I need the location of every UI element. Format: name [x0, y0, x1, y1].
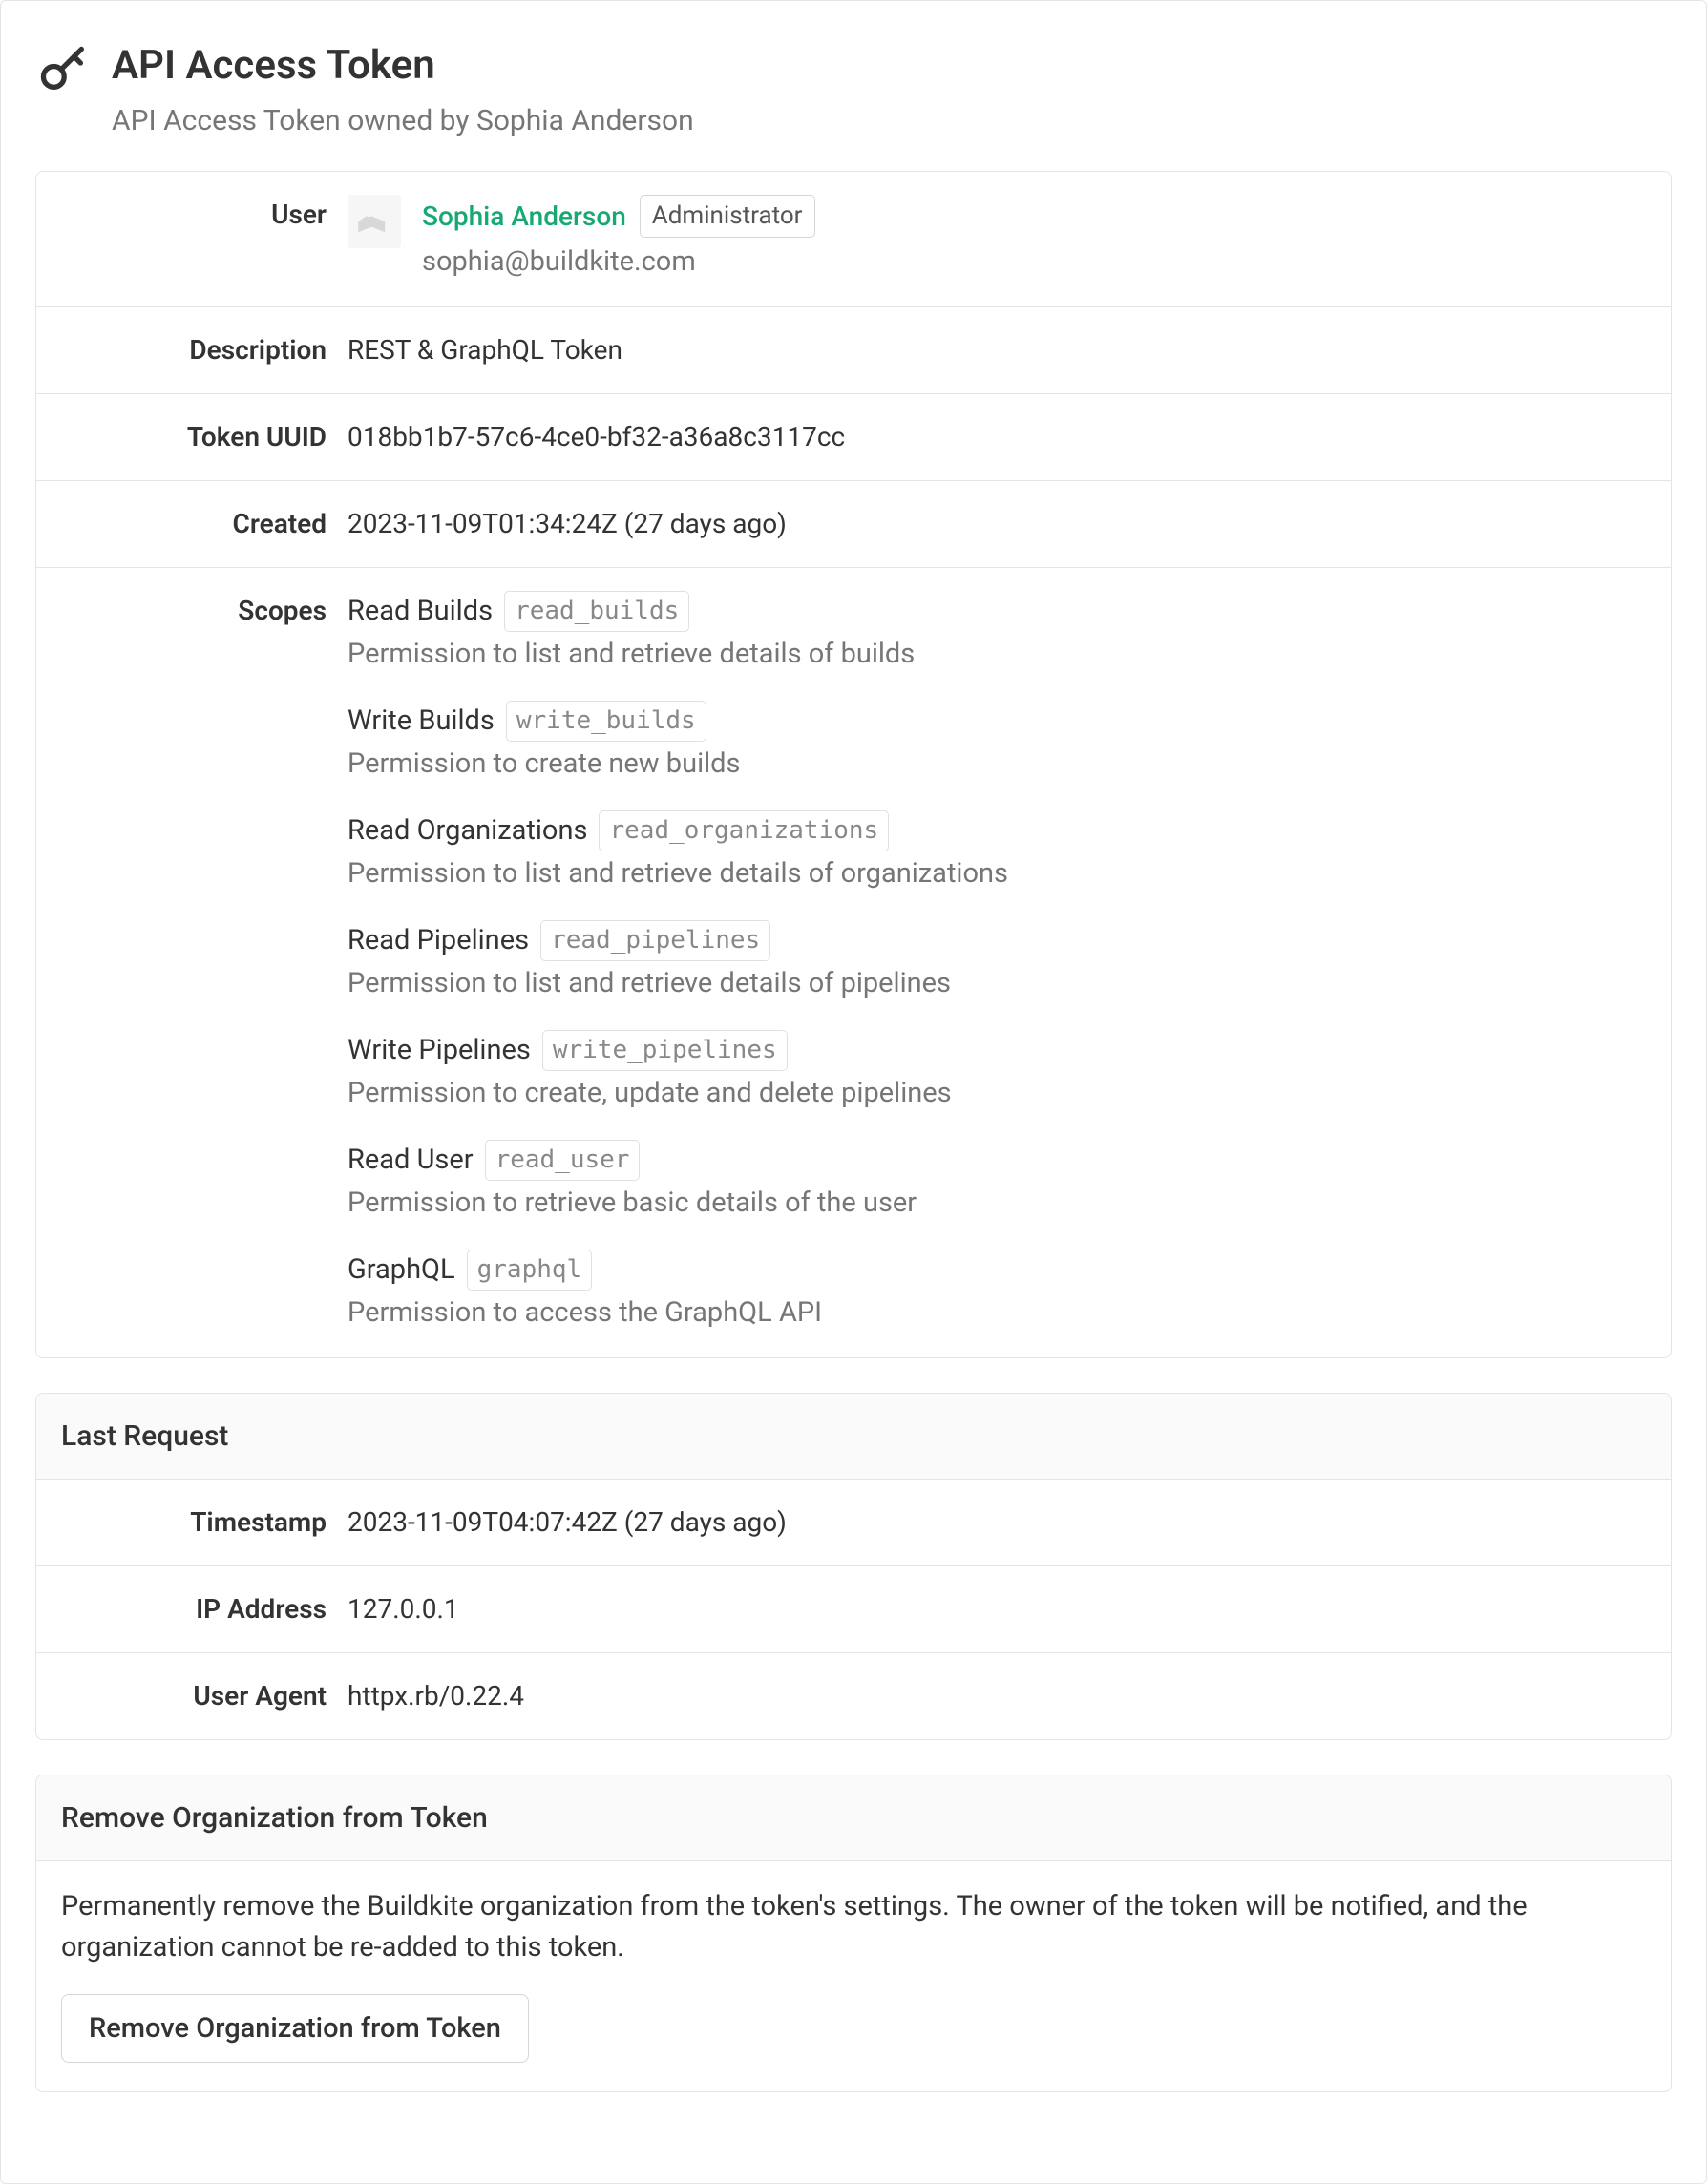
page-header: API Access Token API Access Token owned … — [35, 35, 1672, 142]
page-title: API Access Token — [112, 35, 694, 95]
scope-code: read_organizations — [599, 810, 889, 851]
scope-title: GraphQL — [348, 1250, 455, 1292]
page-subtitle: API Access Token owned by Sophia Anderso… — [112, 99, 694, 142]
scope-desc: Permission to list and retrieve details … — [348, 853, 1646, 895]
scope-item: Write Builds write_buildsPermission to cr… — [348, 701, 1646, 786]
scope-item: Read User read_userPermission to retrieve… — [348, 1140, 1646, 1225]
row-uuid: Token UUID 018bb1b7-57c6-4ce0-bf32-a36a8… — [36, 394, 1671, 481]
scope-desc: Permission to retrieve basic details of … — [348, 1183, 1646, 1225]
user-block: Sophia Anderson Administrator sophia@bui… — [348, 195, 1646, 284]
user-email: sophia@buildkite.com — [422, 242, 815, 284]
label-ip: IP Address — [61, 1589, 348, 1629]
value-timestamp: 2023-11-09T04:07:42Z (27 days ago) — [348, 1502, 1646, 1543]
label-user: User — [61, 195, 348, 284]
remove-org-heading: Remove Organization from Token — [36, 1775, 1671, 1861]
row-timestamp: Timestamp 2023-11-09T04:07:42Z (27 days … — [36, 1480, 1671, 1566]
page-header-text: API Access Token API Access Token owned … — [112, 35, 694, 142]
token-details-panel: User Sophia Ander — [35, 171, 1672, 1358]
row-created: Created 2023-11-09T01:34:24Z (27 days ag… — [36, 481, 1671, 568]
row-scopes: Scopes Read Buildsread_buildsPermission … — [36, 568, 1671, 1357]
scope-title: Write Builds — [348, 701, 495, 743]
scope-title-line: Read Pipelines read_pipelines — [348, 920, 1646, 962]
scope-title-line: GraphQL graphql — [348, 1250, 1646, 1292]
avatar — [348, 195, 401, 248]
row-ip: IP Address 127.0.0.1 — [36, 1566, 1671, 1653]
scope-item: GraphQL graphqlPermission to access the G… — [348, 1250, 1646, 1334]
label-created: Created — [61, 504, 348, 544]
user-role-badge: Administrator — [640, 195, 815, 238]
value-ua: httpx.rb/0.22.4 — [348, 1676, 1646, 1716]
scope-item: Write Pipelines write_pipelinesPermission… — [348, 1030, 1646, 1115]
value-description: REST & GraphQL Token — [348, 330, 1646, 370]
scope-code: write_builds — [506, 701, 706, 742]
row-description: Description REST & GraphQL Token — [36, 307, 1671, 394]
scope-title: Read Organizations — [348, 810, 587, 852]
remove-org-panel: Remove Organization from Token Permanent… — [35, 1774, 1672, 2092]
page-container: API Access Token API Access Token owned … — [0, 0, 1707, 2184]
value-created: 2023-11-09T01:34:24Z (27 days ago) — [348, 504, 1646, 544]
scope-code: read_user — [485, 1140, 641, 1181]
scope-title: Read Pipelines — [348, 920, 529, 962]
scope-code: graphql — [467, 1250, 593, 1291]
scope-desc: Permission to create new builds — [348, 744, 1646, 786]
user-info: Sophia Anderson Administrator sophia@bui… — [422, 195, 815, 284]
scope-code: read_pipelines — [540, 920, 770, 961]
scope-desc: Permission to list and retrieve details … — [348, 634, 1646, 676]
last-request-heading: Last Request — [36, 1394, 1671, 1480]
scope-title-line: Write Builds write_builds — [348, 701, 1646, 743]
scope-title: Read Builds — [348, 591, 493, 633]
label-description: Description — [61, 330, 348, 370]
label-uuid: Token UUID — [61, 417, 348, 457]
scope-title-line: Read Builds read_builds — [348, 591, 1646, 633]
scope-code: write_pipelines — [542, 1030, 788, 1071]
scope-item: Read Pipelines read_pipelinesPermission t… — [348, 920, 1646, 1005]
user-name-link[interactable]: Sophia Anderson — [422, 197, 626, 237]
scope-desc: Permission to access the GraphQL API — [348, 1292, 1646, 1334]
scopes-list: Read Buildsread_buildsPermission to list… — [348, 591, 1646, 1334]
remove-org-button[interactable]: Remove Organization from Token — [61, 1994, 529, 2063]
scope-item: Read Organizations read_organizationsPerm… — [348, 810, 1646, 895]
row-user: User Sophia Ander — [36, 172, 1671, 307]
scope-title: Write Pipelines — [348, 1030, 531, 1072]
label-ua: User Agent — [61, 1676, 348, 1716]
label-scopes: Scopes — [61, 591, 348, 1334]
scope-title-line: Write Pipelines write_pipelines — [348, 1030, 1646, 1072]
scope-title-line: Read User read_user — [348, 1140, 1646, 1182]
scope-desc: Permission to list and retrieve details … — [348, 963, 1646, 1005]
remove-org-body: Permanently remove the Buildkite organiz… — [36, 1861, 1671, 1994]
value-ip: 127.0.0.1 — [348, 1589, 1646, 1629]
key-icon — [35, 41, 91, 96]
label-timestamp: Timestamp — [61, 1502, 348, 1543]
scope-code: read_builds — [504, 591, 689, 632]
value-uuid: 018bb1b7-57c6-4ce0-bf32-a36a8c3117cc — [348, 417, 1646, 457]
last-request-panel: Last Request Timestamp 2023-11-09T04:07:… — [35, 1393, 1672, 1740]
scope-title-line: Read Organizations read_organizations — [348, 810, 1646, 852]
scope-item: Read Builds read_buildsPermission to list… — [348, 591, 1646, 676]
scope-desc: Permission to create, update and delete … — [348, 1073, 1646, 1115]
scope-title: Read User — [348, 1140, 474, 1182]
row-ua: User Agent httpx.rb/0.22.4 — [36, 1653, 1671, 1739]
